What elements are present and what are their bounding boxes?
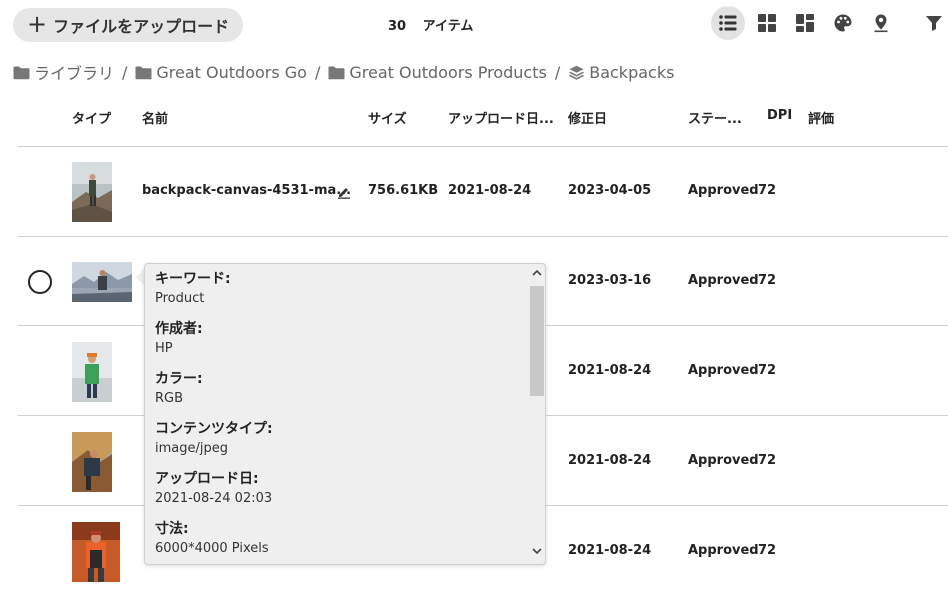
list-view-icon[interactable]: [711, 6, 745, 40]
status: Approved: [688, 183, 759, 198]
grid-view-icon[interactable]: [750, 6, 784, 40]
column-header-name[interactable]: 名前: [142, 108, 168, 127]
metadata-label: カラー:: [155, 371, 203, 387]
palette-icon[interactable]: [826, 6, 860, 40]
modified-date: 2021-08-24: [568, 363, 652, 378]
dpi: 72: [758, 183, 777, 198]
file-size: 756.61KB: [368, 183, 439, 198]
upload-file-label: ファイルをアップロード: [53, 17, 230, 36]
metadata-item: 寸法: 6000*4000 Pixels: [155, 519, 525, 564]
table-row[interactable]: backpack-canvas-4531-ma... 756.61KB 2021…: [0, 146, 948, 236]
metadata-item: 作成者: HP: [155, 319, 525, 369]
column-header-upload-date[interactable]: アップロード日...: [448, 108, 554, 127]
metadata-item: コンテンツタイプ: image/jpeg: [155, 419, 525, 469]
breadcrumb-separator: /: [314, 62, 321, 82]
dpi: 72: [758, 363, 777, 378]
item-count-number: 30: [388, 19, 407, 34]
status: Approved: [688, 363, 759, 378]
folder-icon: [328, 66, 345, 79]
thumbnail-image: [72, 342, 112, 402]
dpi: 72: [758, 543, 777, 558]
upload-file-button[interactable]: + ファイルをアップロード: [13, 8, 243, 42]
thumbnail-image: [72, 162, 112, 222]
metadata-item: カラー: RGB: [155, 369, 525, 419]
breadcrumb-library[interactable]: ライブラリ: [13, 60, 114, 84]
scroll-up-arrow-icon[interactable]: [531, 268, 543, 282]
item-count: 30 アイテム: [388, 15, 473, 34]
metadata-item: アップロード日: 2021-08-24 02:03: [155, 469, 525, 519]
metadata-value: RGB: [155, 391, 184, 406]
layers-icon: [569, 65, 585, 80]
breadcrumb-separator: /: [554, 62, 561, 82]
column-header-dpi[interactable]: DPI: [767, 108, 792, 123]
metadata-label: コンテンツタイプ:: [155, 421, 273, 437]
metadata-label: 作成者:: [155, 321, 203, 337]
metadata-popup: キーワード: Product 作成者: HP カラー: RGB コンテンツタイプ…: [144, 263, 546, 565]
folder-icon: [13, 66, 30, 79]
dpi: 72: [758, 273, 777, 288]
breadcrumb-backpacks[interactable]: Backpacks: [568, 63, 674, 82]
metadata-value: image/jpeg: [155, 441, 228, 456]
status: Approved: [688, 273, 759, 288]
dpi: 72: [758, 453, 777, 468]
column-header-size[interactable]: サイズ: [368, 108, 407, 127]
popup-scrollbar[interactable]: [529, 264, 545, 564]
breadcrumb-label: ライブラリ: [34, 64, 115, 83]
scroll-thumb[interactable]: [530, 286, 544, 396]
column-header-status[interactable]: ステー...: [688, 108, 742, 127]
thumbnail-image: [72, 262, 132, 302]
scroll-down-arrow-icon[interactable]: [531, 546, 543, 560]
metadata-value: Product: [155, 291, 205, 306]
metadata-label: アップロード日:: [155, 471, 259, 487]
item-count-label: アイテム: [422, 19, 474, 34]
status: Approved: [688, 543, 759, 558]
plus-icon: +: [27, 10, 48, 38]
column-header-modified[interactable]: 修正日: [568, 108, 607, 127]
metadata-label: キーワード:: [155, 271, 231, 287]
metadata-value: 2021-08-24 02:03: [155, 491, 273, 506]
thumbnail-image: [72, 522, 120, 582]
breadcrumb-separator: /: [122, 62, 128, 82]
breadcrumb-great-outdoors-go[interactable]: Great Outdoors Go: [135, 63, 307, 82]
modified-date: 2021-08-24: [568, 453, 652, 468]
modified-date: 2021-08-24: [568, 543, 652, 558]
breadcrumb-great-outdoors-products[interactable]: Great Outdoors Products: [328, 62, 547, 82]
breadcrumb: ライブラリ / Great Outdoors Go / Great Outdoo…: [13, 60, 674, 84]
column-header-type[interactable]: タイプ: [72, 108, 111, 127]
edit-pencil-icon[interactable]: [337, 184, 351, 199]
column-header-rating[interactable]: 評価: [808, 108, 834, 127]
status: Approved: [688, 453, 759, 468]
metadata-list: キーワード: Product 作成者: HP カラー: RGB コンテンツタイプ…: [155, 269, 525, 564]
metadata-label: 寸法:: [155, 521, 189, 537]
metadata-item: キーワード: Product: [155, 269, 525, 319]
mosaic-view-icon[interactable]: [788, 6, 822, 40]
thumbnail-image: [72, 432, 112, 492]
breadcrumb-label: Great Outdoors Go: [156, 62, 307, 82]
breadcrumb-label: Great Outdoors Products: [349, 62, 547, 82]
folder-icon: [135, 66, 152, 79]
filter-icon[interactable]: [917, 6, 948, 40]
metadata-value: HP: [155, 341, 173, 356]
table-header: タイプ 名前 サイズ アップロード日... 修正日 ステー... DPI 評価: [0, 108, 948, 128]
file-name[interactable]: backpack-canvas-4531-ma...: [142, 183, 351, 198]
upload-date: 2021-08-24: [448, 183, 532, 198]
breadcrumb-label: Backpacks: [589, 62, 675, 82]
metadata-value: 6000*4000 Pixels: [155, 541, 269, 556]
location-pin-icon[interactable]: [864, 6, 898, 40]
select-radio[interactable]: [28, 270, 52, 294]
modified-date: 2023-03-16: [568, 273, 652, 288]
modified-date: 2023-04-05: [568, 183, 652, 198]
